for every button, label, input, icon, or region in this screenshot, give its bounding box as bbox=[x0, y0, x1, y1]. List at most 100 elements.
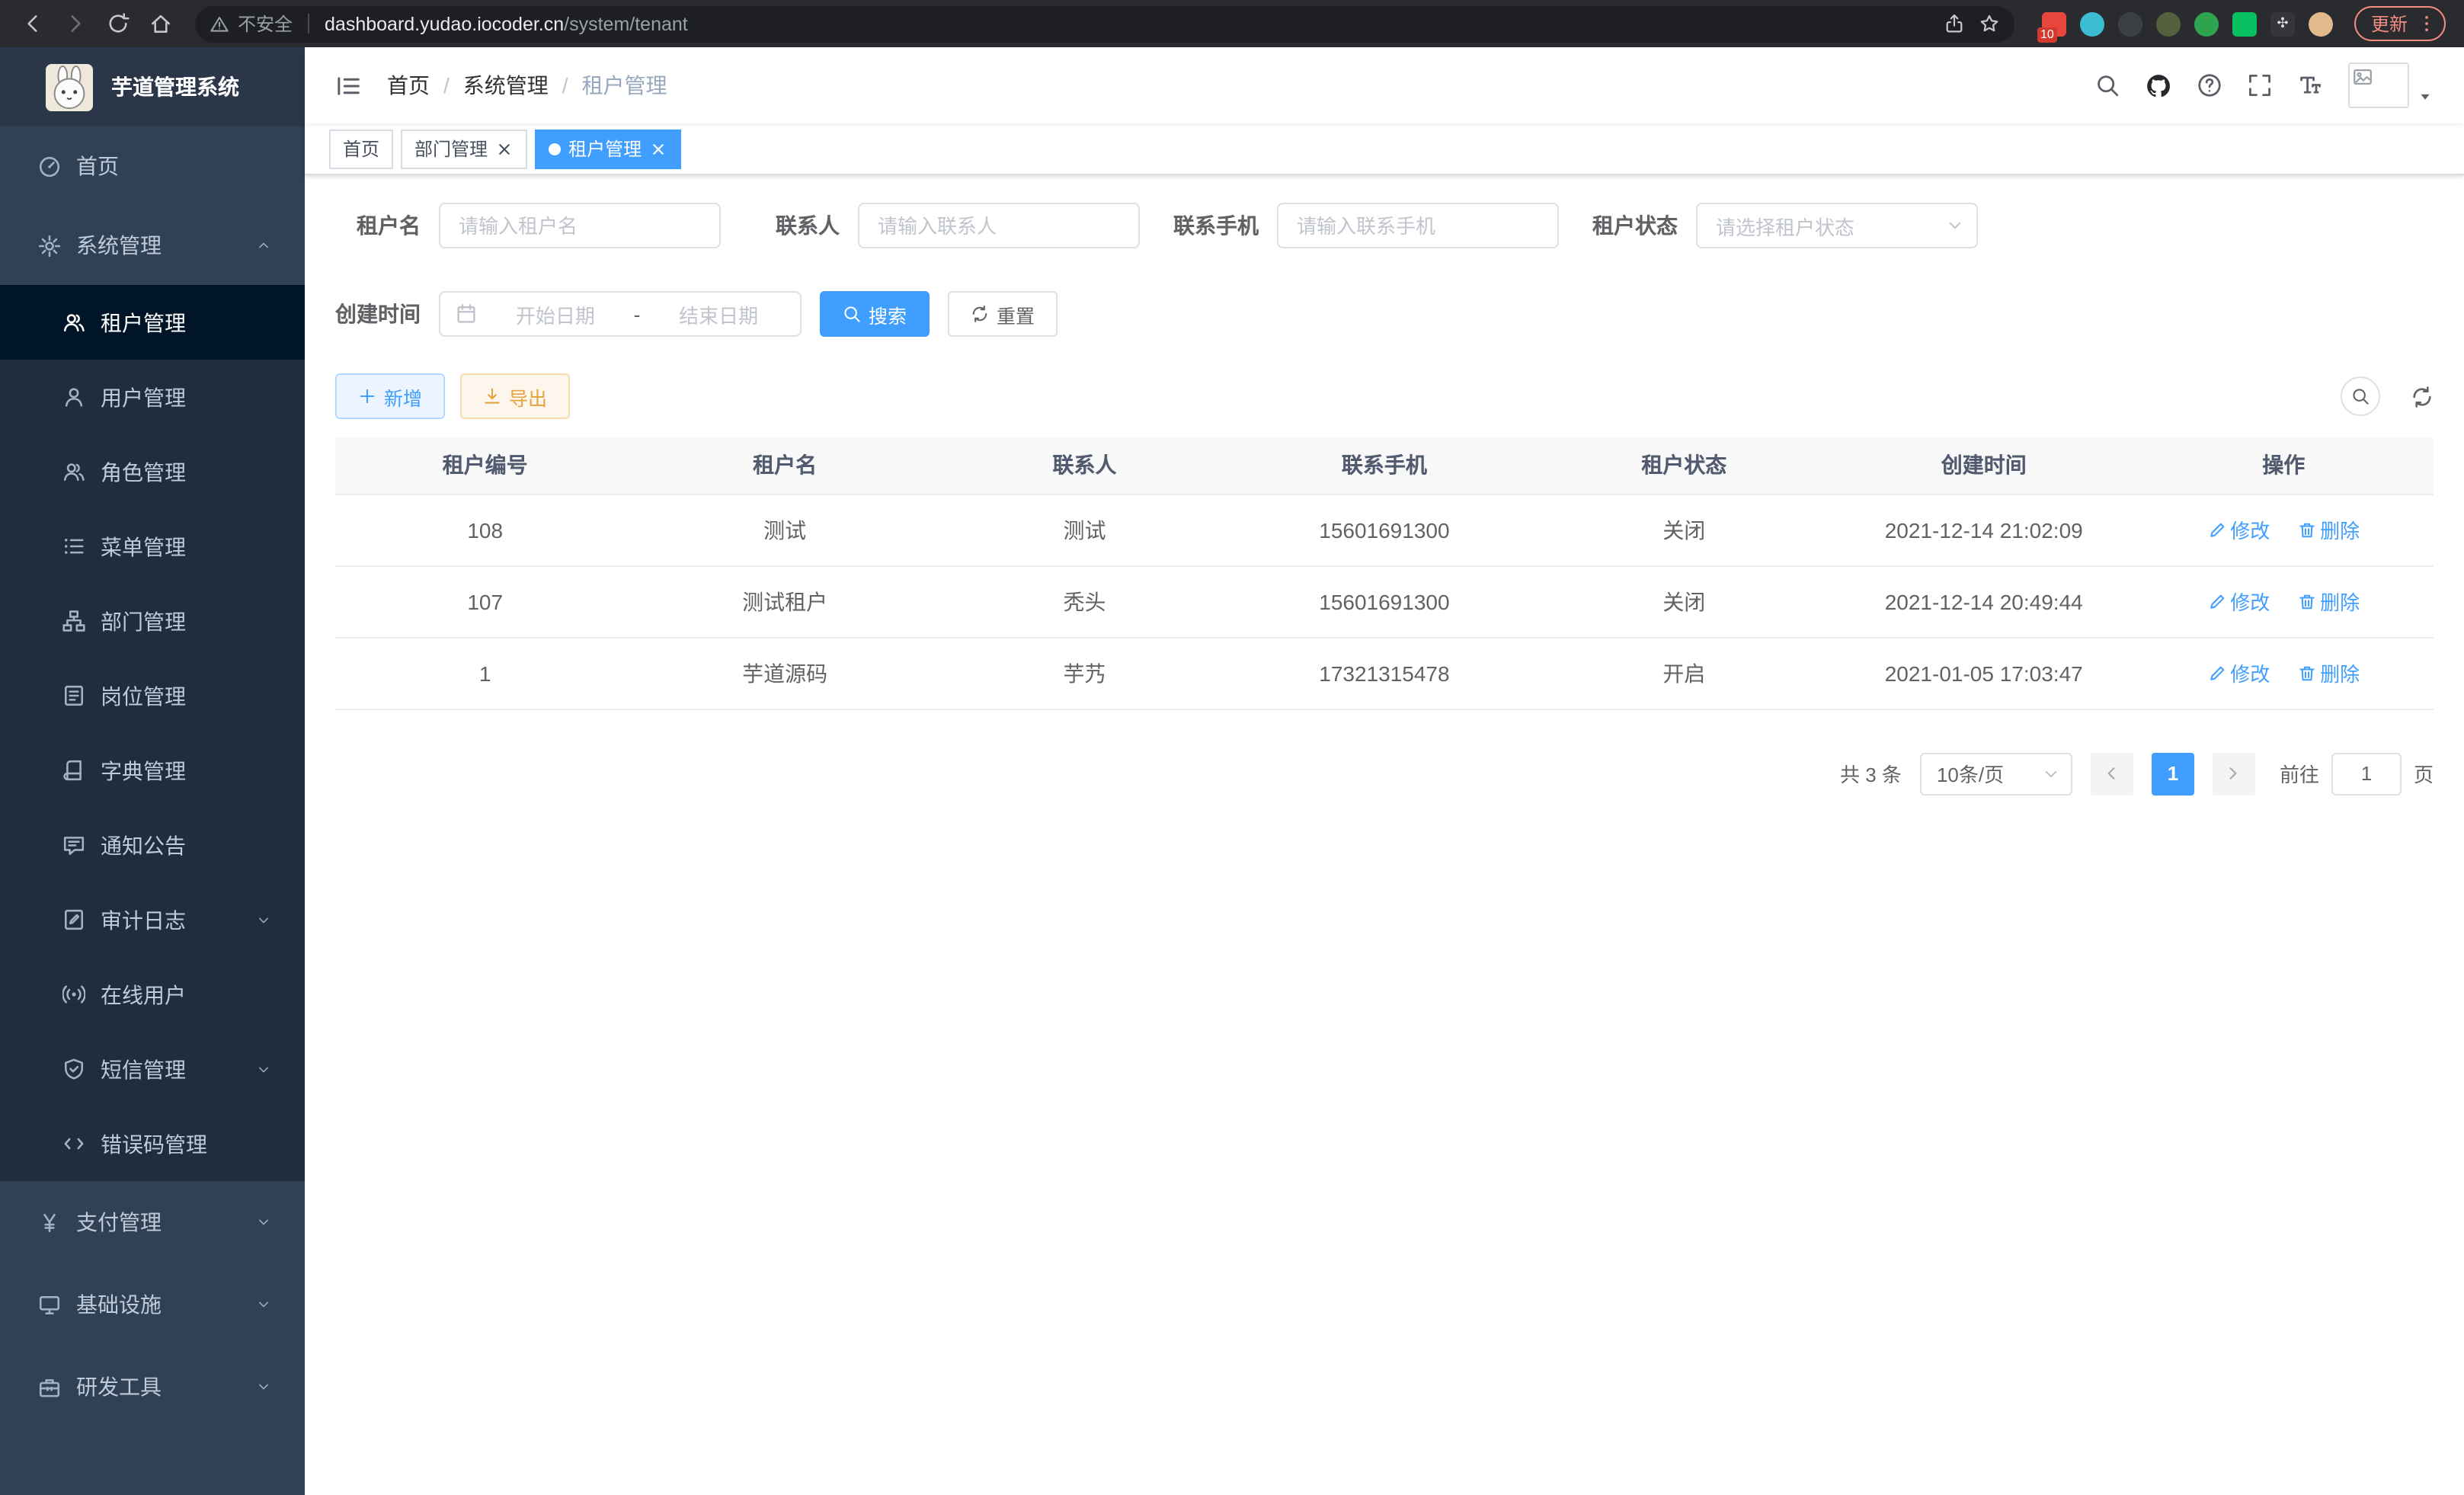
tab-home[interactable]: 首页 bbox=[329, 129, 393, 168]
sidebar-item-notice[interactable]: 通知公告 bbox=[0, 808, 305, 882]
column-header: 创建时间 bbox=[1834, 437, 2133, 494]
cell-created: 2021-01-05 17:03:47 bbox=[1834, 637, 2133, 709]
app-logo[interactable]: 芋道管理系统 bbox=[0, 47, 305, 126]
update-label: 更新 bbox=[2371, 11, 2408, 37]
extension-icon[interactable] bbox=[2118, 11, 2142, 36]
tenant-name-input[interactable] bbox=[439, 203, 721, 248]
sidebar-collapse-icon[interactable] bbox=[335, 72, 361, 98]
breadcrumb-home[interactable]: 首页 bbox=[387, 70, 430, 101]
right-toolbar bbox=[2341, 376, 2434, 416]
gear-icon bbox=[37, 234, 61, 257]
message-bubble-icon bbox=[61, 834, 85, 856]
add-button[interactable]: 新增 bbox=[335, 373, 445, 419]
sidebar-item-label: 租户管理 bbox=[101, 307, 271, 338]
sidebar-item-dict[interactable]: 字典管理 bbox=[0, 733, 305, 808]
forward-icon[interactable] bbox=[55, 4, 94, 43]
delete-link[interactable]: 删除 bbox=[2297, 587, 2360, 616]
trash-icon bbox=[2297, 664, 2315, 682]
github-icon[interactable] bbox=[2146, 72, 2171, 98]
address-bar[interactable]: 不安全 dashboard.yudao.iocoder.cn/system/te… bbox=[195, 5, 2014, 42]
sidebar-item-sms[interactable]: 短信管理 bbox=[0, 1032, 305, 1106]
button-label: 导出 bbox=[509, 382, 547, 411]
sidebar-item-error-code[interactable]: 错误码管理 bbox=[0, 1106, 305, 1181]
edit-link[interactable]: 修改 bbox=[2207, 515, 2270, 544]
chevron-down-icon bbox=[1946, 216, 1964, 235]
refresh-table-button[interactable] bbox=[2411, 385, 2434, 408]
sidebar-item-devtools[interactable]: 研发工具 bbox=[0, 1346, 305, 1428]
sidebar-item-system[interactable]: 系统管理 bbox=[0, 206, 305, 285]
cell-id: 107 bbox=[335, 565, 635, 637]
filter-label: 联系手机 bbox=[1173, 210, 1277, 241]
sidebar-item-label: 角色管理 bbox=[101, 456, 271, 487]
app-title: 芋道管理系统 bbox=[111, 72, 239, 102]
fullscreen-icon[interactable] bbox=[2248, 73, 2272, 98]
search-icon[interactable] bbox=[2095, 73, 2120, 98]
tab-tenant[interactable]: 租户管理 bbox=[535, 129, 681, 168]
search-button[interactable]: 搜索 bbox=[820, 291, 930, 337]
user-avatar-menu[interactable] bbox=[2348, 62, 2434, 108]
breadcrumb-system[interactable]: 系统管理 bbox=[463, 70, 549, 101]
help-icon[interactable] bbox=[2197, 73, 2222, 98]
button-label: 新增 bbox=[384, 382, 422, 411]
broadcast-icon bbox=[61, 983, 85, 1006]
font-size-icon[interactable] bbox=[2298, 73, 2322, 98]
back-icon[interactable] bbox=[12, 4, 52, 43]
link-label: 修改 bbox=[2230, 515, 2270, 544]
sidebar-item-user[interactable]: 用户管理 bbox=[0, 360, 305, 434]
browser-home-icon[interactable] bbox=[140, 4, 180, 43]
select-placeholder: 请选择租户状态 bbox=[1716, 211, 1854, 240]
sidebar-item-online-user[interactable]: 在线用户 bbox=[0, 957, 305, 1032]
share-icon[interactable] bbox=[1944, 14, 1964, 34]
extension-icon[interactable] bbox=[2194, 11, 2219, 36]
refresh-icon bbox=[971, 305, 989, 323]
sidebar-item-dept[interactable]: 部门管理 bbox=[0, 584, 305, 658]
sidebar-item-audit-log[interactable]: 审计日志 bbox=[0, 882, 305, 957]
profile-avatar-icon[interactable] bbox=[2309, 11, 2333, 36]
tab-label: 租户管理 bbox=[568, 136, 642, 162]
status-select[interactable]: 请选择租户状态 bbox=[1696, 203, 1978, 248]
extension-icon[interactable]: 10 bbox=[2042, 11, 2066, 36]
column-header: 租户状态 bbox=[1534, 437, 1834, 494]
sidebar: 芋道管理系统 首页 系统管理 租户管理 用户管理 bbox=[0, 47, 305, 1495]
page-number-button[interactable]: 1 bbox=[2152, 752, 2194, 795]
browser-update-button[interactable]: 更新 bbox=[2354, 6, 2446, 41]
reload-icon[interactable] bbox=[98, 4, 137, 43]
chevron-down-icon bbox=[2042, 764, 2060, 783]
delete-link[interactable]: 删除 bbox=[2297, 515, 2360, 544]
close-icon[interactable] bbox=[649, 139, 667, 158]
edit-link[interactable]: 修改 bbox=[2207, 587, 2270, 616]
export-button[interactable]: 导出 bbox=[460, 373, 570, 419]
delete-link[interactable]: 删除 bbox=[2297, 658, 2360, 687]
close-icon[interactable] bbox=[495, 139, 514, 158]
page-size-select[interactable]: 10条/页 bbox=[1920, 752, 2072, 795]
edit-link[interactable]: 修改 bbox=[2207, 658, 2270, 687]
extension-icon[interactable] bbox=[2232, 11, 2257, 36]
cell-contact: 芋艿 bbox=[935, 637, 1234, 709]
prev-page-button[interactable] bbox=[2091, 752, 2133, 795]
browser-menu-dots-icon[interactable] bbox=[2414, 11, 2438, 36]
extension-icon[interactable] bbox=[2156, 11, 2181, 36]
phone-input[interactable] bbox=[1277, 203, 1559, 248]
bookmark-star-icon[interactable] bbox=[1979, 14, 1999, 34]
monitor-icon bbox=[37, 1293, 61, 1316]
date-range-picker[interactable]: 开始日期 - 结束日期 bbox=[439, 291, 802, 337]
goto-page-input[interactable] bbox=[2331, 752, 2402, 795]
sidebar-item-infra[interactable]: 基础设施 bbox=[0, 1263, 305, 1346]
toggle-search-button[interactable] bbox=[2341, 376, 2380, 416]
filter-label: 租户名 bbox=[335, 210, 439, 241]
extension-icon[interactable]: ✣ bbox=[2270, 11, 2295, 36]
sidebar-item-role[interactable]: 角色管理 bbox=[0, 434, 305, 509]
link-label: 删除 bbox=[2320, 587, 2360, 616]
next-page-button[interactable] bbox=[2213, 752, 2255, 795]
sidebar-item-label: 字典管理 bbox=[101, 755, 271, 786]
url-domain: dashboard.yudao.iocoder.cn bbox=[325, 13, 564, 34]
sidebar-item-payment[interactable]: 支付管理 bbox=[0, 1181, 305, 1263]
contact-input[interactable] bbox=[858, 203, 1140, 248]
sidebar-item-tenant[interactable]: 租户管理 bbox=[0, 285, 305, 360]
tab-dept[interactable]: 部门管理 bbox=[401, 129, 527, 168]
sidebar-item-home[interactable]: 首页 bbox=[0, 126, 305, 206]
extension-icon[interactable] bbox=[2080, 11, 2104, 36]
reset-button[interactable]: 重置 bbox=[948, 291, 1058, 337]
sidebar-item-menu[interactable]: 菜单管理 bbox=[0, 509, 305, 584]
sidebar-item-post[interactable]: 岗位管理 bbox=[0, 658, 305, 733]
